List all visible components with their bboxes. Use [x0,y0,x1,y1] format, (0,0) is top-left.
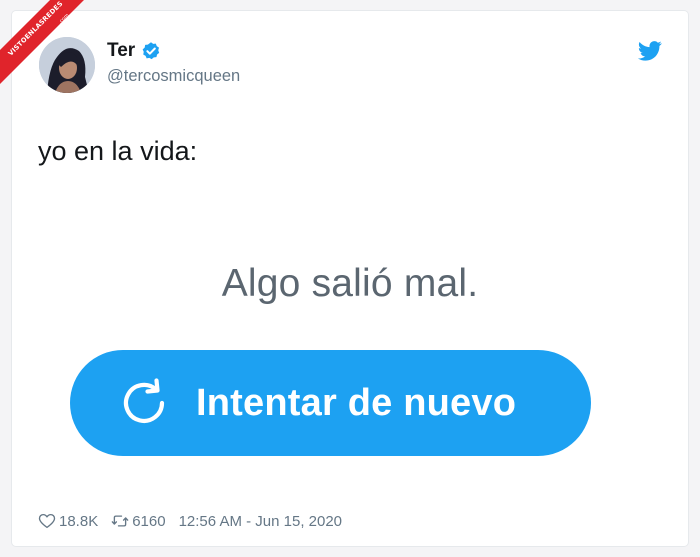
retry-button-label: Intentar de nuevo [196,381,517,424]
error-message: Algo salió mal. [221,262,479,305]
retweets-action[interactable]: 6160 [111,512,166,530]
twitter-bird-icon[interactable] [638,41,662,61]
likes-action[interactable]: 18.8K [38,512,98,530]
tweet-text: yo en la vida: [38,136,198,166]
watermark-badge: VISTOENLASREDES .com [0,0,84,84]
refresh-icon [123,378,165,424]
retry-button[interactable]: Intentar de nuevo [70,350,591,456]
author-name[interactable]: Ter [107,40,135,62]
retweet-count: 6160 [132,512,166,530]
tweet-meta: 18.8K 6160 12:56 AM - Jun 15, 2020 [38,511,342,531]
author-block: Ter @tercosmicqueen [107,39,240,86]
heart-icon [38,513,56,529]
tweet-card: Ter @tercosmicqueen yo en la vida: Algo … [12,11,688,546]
author-name-row: Ter [107,39,240,63]
retweet-icon [111,515,129,527]
like-count: 18.8K [59,512,99,530]
tweet-timestamp[interactable]: 12:56 AM - Jun 15, 2020 [179,513,342,530]
author-handle[interactable]: @tercosmicqueen [107,67,240,86]
verified-icon [142,42,160,60]
